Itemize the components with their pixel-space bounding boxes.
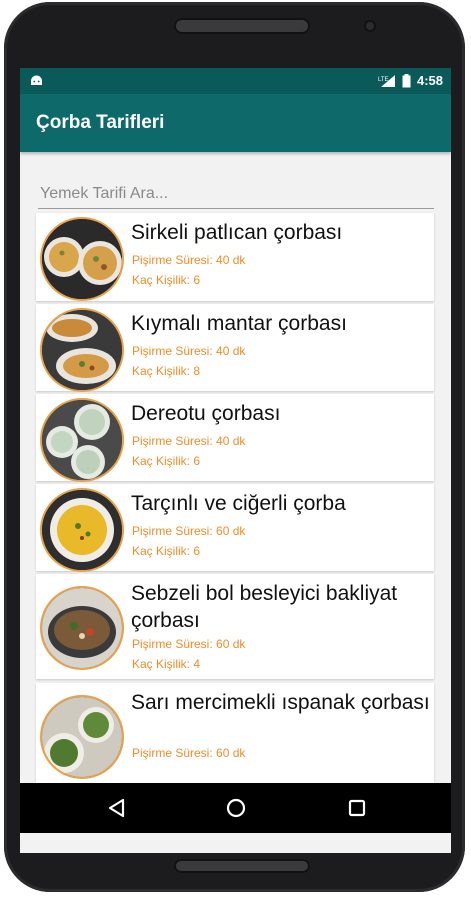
recipe-card[interactable]: Sarı mercimekli ıspanak çorbası Pişirme … — [36, 683, 434, 783]
recipe-card[interactable]: Kıymalı mantar çorbası Pişirme Süresi: 4… — [36, 304, 434, 392]
device-screen: LTE 4:58 Çorba Tarifleri Yemek Tarifi Ar… — [20, 68, 451, 853]
recipe-name: Sirkeli patlıcan çorbası — [131, 221, 343, 244]
recipe-thumbnail — [40, 488, 124, 572]
status-bar: LTE 4:58 — [20, 68, 451, 94]
android-notification-icon — [31, 75, 42, 85]
soup-bowls-image — [42, 697, 122, 777]
recipe-name: Dereotu çorbası — [131, 402, 281, 425]
recipe-cook-time: Pişirme Süresi: 60 dk — [132, 746, 246, 760]
earpiece-speaker — [174, 18, 310, 34]
soup-bowls-image — [42, 219, 122, 299]
recipe-name: Sarı mercimekli ıspanak çorbası — [131, 691, 430, 714]
svg-text:LTE: LTE — [378, 77, 389, 83]
recipe-name: Tarçınlı ve ciğerli çorba — [131, 492, 346, 515]
recents-square-icon[interactable] — [346, 797, 368, 819]
recipe-thumbnail — [40, 308, 124, 392]
recipe-servings: Kaç Kişilik: 6 — [132, 544, 201, 558]
soup-bowls-image — [42, 490, 122, 570]
app-title: Çorba Tarifleri — [36, 112, 165, 133]
back-triangle-icon[interactable] — [106, 797, 128, 819]
soup-bowls-image — [42, 588, 122, 668]
recipe-servings: Kaç Kişilik: 4 — [132, 657, 201, 671]
recipe-thumbnail — [40, 398, 124, 482]
recipe-cook-time: Pişirme Süresi: 40 dk — [132, 434, 246, 448]
recipe-servings: Kaç Kişilik: 6 — [132, 273, 201, 287]
recipe-card[interactable]: Tarçınlı ve ciğerli çorba Pişirme Süresi… — [36, 484, 434, 572]
recipe-thumbnail — [40, 217, 124, 301]
recipe-card[interactable]: Sebzeli bol besleyici bakliyat çorbası P… — [36, 574, 434, 679]
recipe-cook-time: Pişirme Süresi: 40 dk — [132, 344, 246, 358]
recipe-card[interactable]: Sirkeli patlıcan çorbası Pişirme Süresi:… — [36, 213, 434, 301]
recipe-servings: Kaç Kişilik: 6 — [132, 454, 201, 468]
recipe-thumbnail — [40, 695, 124, 779]
clock: 4:58 — [416, 73, 443, 88]
soup-bowls-image — [42, 400, 122, 480]
recipe-cook-time: Pişirme Süresi: 60 dk — [132, 637, 246, 651]
recipe-card[interactable]: Dereotu çorbası Pişirme Süresi: 40 dk Ka… — [36, 394, 434, 482]
bottom-speaker — [174, 859, 310, 873]
front-camera — [364, 20, 376, 32]
recipe-search-input[interactable] — [38, 180, 434, 209]
recipe-name: Kıymalı mantar çorbası — [131, 312, 347, 335]
soup-bowls-image — [42, 310, 122, 390]
recipe-cook-time: Pişirme Süresi: 60 dk — [132, 524, 246, 538]
recipe-cook-time: Pişirme Süresi: 40 dk — [132, 253, 246, 267]
lte-signal-icon: LTE — [378, 74, 395, 87]
app-bar: Çorba Tarifleri — [20, 94, 451, 152]
recipe-thumbnail — [40, 586, 124, 670]
home-circle-icon[interactable] — [225, 797, 247, 819]
recipe-name: Sebzeli bol besleyici bakliyat çorbası — [131, 582, 398, 632]
navigation-bar — [20, 783, 451, 833]
recipe-servings: Kaç Kişilik: 8 — [132, 364, 201, 378]
battery-icon — [402, 73, 411, 87]
